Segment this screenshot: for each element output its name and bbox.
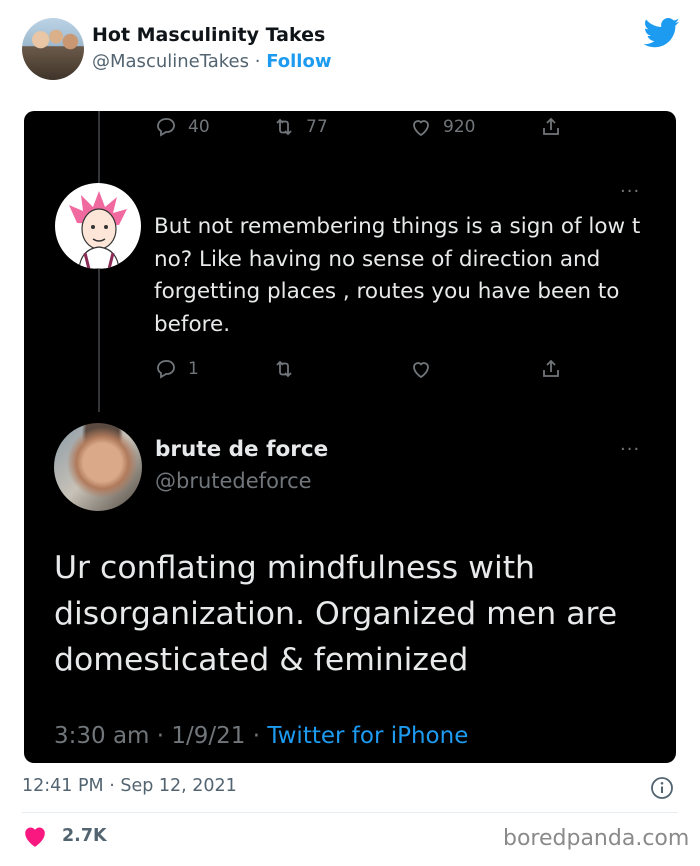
like-action[interactable]: 920 <box>409 115 539 139</box>
tweet-embed-header: Hot Masculinity Takes @MasculineTakes · … <box>0 0 700 100</box>
embed-like-count: 2.7K <box>62 826 107 846</box>
main-author-avatar[interactable] <box>54 423 142 511</box>
tweet-date[interactable]: 1/9/21 <box>171 723 245 749</box>
main-author-name[interactable]: brute de force <box>155 437 328 462</box>
share-icon <box>543 117 559 135</box>
meta-separator: · <box>149 723 172 749</box>
retweet-count: 77 <box>306 117 328 137</box>
like-count-top: 920 <box>443 117 476 137</box>
reply-action-bar: 1 <box>154 357 563 381</box>
tweet-time[interactable]: 3:30 am <box>54 723 149 749</box>
retweet-action[interactable]: 77 <box>272 115 409 139</box>
main-tweet-text: Ur conflating mindfulness with disorgani… <box>54 550 618 678</box>
author-avatar[interactable] <box>22 18 84 80</box>
reply-tweet-text: But not remembering things is a sign of … <box>154 214 641 337</box>
main-tweet-meta: 3:30 am · 1/9/21 · Twitter for iPhone <box>54 723 468 749</box>
top-action-bar: 40 77 920 <box>154 115 563 139</box>
retweet-icon <box>276 360 292 378</box>
twitter-bird-icon[interactable] <box>644 18 680 48</box>
share-action[interactable] <box>539 357 563 381</box>
author-handle[interactable]: @MasculineTakes <box>92 51 249 72</box>
follow-button[interactable]: Follow <box>266 51 331 72</box>
meta-separator: · <box>245 723 268 749</box>
embed-like-row[interactable]: 2.7K <box>22 824 107 848</box>
retweet-action[interactable] <box>272 357 409 381</box>
like-outline-icon <box>413 362 429 379</box>
reply-action[interactable]: 40 <box>154 115 272 139</box>
tweet-source[interactable]: Twitter for iPhone <box>267 723 468 749</box>
main-author-handle[interactable]: @brutedeforce <box>155 469 312 493</box>
info-icon[interactable] <box>650 776 674 800</box>
like-action[interactable] <box>409 357 539 381</box>
retweet-icon <box>276 118 292 136</box>
reply-more-icon[interactable]: ··· <box>620 181 640 202</box>
reply-count: 40 <box>188 117 210 137</box>
main-more-icon[interactable]: ··· <box>620 439 640 460</box>
share-action[interactable] <box>539 115 563 139</box>
source-watermark: boredpanda.com <box>503 826 690 851</box>
author-handle-line: @MasculineTakes · Follow <box>92 51 331 72</box>
thread-line <box>98 111 100 184</box>
reply-count: 1 <box>188 359 199 379</box>
reply-icon <box>157 118 175 137</box>
cartoon-avatar-icon <box>69 191 127 269</box>
tweet-screenshot: 40 77 920 ··· But not remembering things… <box>24 111 676 763</box>
share-icon <box>543 359 559 377</box>
divider <box>22 812 678 813</box>
author-name[interactable]: Hot Masculinity Takes <box>92 24 325 46</box>
reply-icon <box>157 360 175 379</box>
reply-action[interactable]: 1 <box>154 357 272 381</box>
embed-timestamp[interactable]: 12:41 PM · Sep 12, 2021 <box>22 776 237 796</box>
heart-icon[interactable] <box>22 824 48 848</box>
handle-separator: · <box>249 51 267 72</box>
reply-author-avatar[interactable] <box>55 183 141 269</box>
like-outline-icon <box>413 120 429 137</box>
thread-line-lower <box>98 269 100 412</box>
